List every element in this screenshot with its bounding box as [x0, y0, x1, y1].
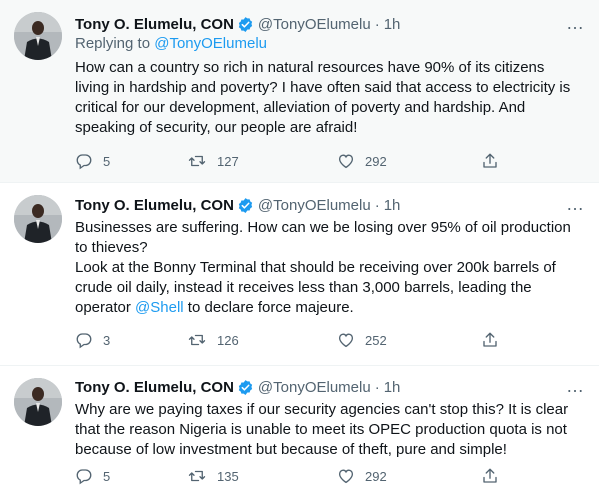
tweet-header: Tony O. Elumelu, CON @TonyOElumelu · 1h …: [75, 14, 585, 34]
author-handle[interactable]: @TonyOElumelu: [258, 16, 371, 33]
heart-icon: [338, 469, 354, 484]
share-icon: [483, 332, 497, 347]
share-button[interactable]: [481, 152, 499, 170]
tweet-1[interactable]: Tony O. Elumelu, CON @TonyOElumelu · 1h …: [0, 0, 599, 183]
reply-icon: [76, 469, 92, 485]
reply-icon: [76, 154, 92, 170]
replying-to-label: Replying to: [75, 35, 151, 52]
tweet-text-line: Look at the Bonny Terminal that should b…: [75, 259, 556, 276]
separator: ·: [374, 15, 380, 33]
share-button[interactable]: [481, 467, 499, 485]
replying-to: Replying to @TonyOElumelu: [75, 35, 585, 55]
retweet-count: 126: [217, 332, 239, 348]
author-handle[interactable]: @TonyOElumelu: [258, 379, 371, 396]
separator: ·: [374, 196, 380, 214]
reply-icon: [76, 333, 92, 349]
reply-button[interactable]: 5: [75, 467, 110, 485]
share-icon: [483, 468, 497, 483]
verified-badge-icon: [237, 379, 254, 396]
share-button[interactable]: [481, 331, 499, 349]
reply-count: 5: [103, 468, 111, 484]
retweet-button[interactable]: 127: [187, 152, 239, 170]
retweet-icon: [188, 334, 206, 346]
retweet-count: 135: [217, 468, 239, 484]
tweet-text-line: that the reason Nigeria is unable to mee…: [75, 421, 567, 438]
separator: ·: [374, 378, 380, 396]
retweet-button[interactable]: 135: [187, 467, 239, 485]
tweet-text-line: Why are we paying taxes if our security …: [75, 401, 569, 418]
heart-icon: [338, 154, 354, 169]
tweet-text-line: living in hardship and poverty? I have o…: [75, 79, 571, 96]
reply-button[interactable]: 5: [75, 152, 110, 170]
text-fragment: operator: [75, 299, 136, 316]
tweet-text-line: operator @Shell to declare force majeure…: [75, 298, 585, 318]
reply-count: 3: [103, 332, 111, 348]
tweet-text-line: because of low investment but because of…: [75, 441, 507, 458]
tweet-actions: 5 135 292: [75, 466, 497, 486]
retweet-button[interactable]: 126: [187, 331, 239, 349]
tweet-text-line: Businesses are suffering. How can we be …: [75, 219, 571, 236]
like-button[interactable]: 292: [337, 152, 387, 170]
author-name[interactable]: Tony O. Elumelu, CON: [75, 16, 234, 33]
reply-button[interactable]: 3: [75, 331, 110, 349]
tweet-text: Businesses are suffering. How can we be …: [75, 218, 585, 318]
retweet-count: 127: [217, 153, 239, 169]
tweet-actions: 3 126 252: [75, 330, 497, 350]
retweet-icon: [188, 470, 206, 482]
verified-badge-icon: [237, 16, 254, 33]
share-icon: [483, 153, 497, 168]
tweet-header: Tony O. Elumelu, CON @TonyOElumelu · 1h …: [75, 195, 585, 215]
tweet-2[interactable]: Tony O. Elumelu, CON @TonyOElumelu · 1h …: [0, 183, 599, 366]
replying-to-handle[interactable]: @TonyOElumelu: [154, 35, 267, 52]
tweet-text-line: How can a country so rich in natural res…: [75, 59, 545, 76]
timestamp[interactable]: 1h: [384, 197, 401, 214]
more-icon[interactable]: …: [566, 14, 585, 32]
like-button[interactable]: 252: [337, 331, 387, 349]
like-count: 252: [365, 332, 387, 348]
tweet-header: Tony O. Elumelu, CON @TonyOElumelu · 1h …: [75, 377, 585, 397]
avatar[interactable]: [14, 378, 62, 426]
timestamp[interactable]: 1h: [384, 379, 401, 396]
avatar[interactable]: [14, 195, 62, 243]
like-button[interactable]: 292: [337, 467, 387, 485]
tweet-3[interactable]: Tony O. Elumelu, CON @TonyOElumelu · 1h …: [0, 366, 599, 502]
like-count: 292: [365, 153, 387, 169]
more-icon[interactable]: …: [566, 195, 585, 213]
more-icon[interactable]: …: [566, 377, 585, 395]
shell-mention-link[interactable]: @Shell: [135, 299, 184, 316]
heart-icon: [338, 333, 354, 348]
timestamp[interactable]: 1h: [384, 16, 401, 33]
author-handle[interactable]: @TonyOElumelu: [258, 197, 371, 214]
author-name[interactable]: Tony O. Elumelu, CON: [75, 197, 234, 214]
author-name[interactable]: Tony O. Elumelu, CON: [75, 379, 234, 396]
text-fragment: to declare force majeure.: [183, 299, 354, 316]
tweet-text-line: critical for our development, alleviatio…: [75, 99, 526, 116]
tweet-text-line: crude oil daily, instead it receives les…: [75, 279, 532, 296]
retweet-icon: [188, 155, 206, 167]
tweet-text-line: to thieves?: [75, 239, 148, 256]
avatar[interactable]: [14, 12, 62, 60]
like-count: 292: [365, 468, 387, 484]
tweet-text: Why are we paying taxes if our security …: [75, 400, 585, 460]
tweet-actions: 5 127 292: [75, 151, 497, 171]
tweet-text-line: speaking of security, our people are afr…: [75, 119, 358, 136]
tweet-text: How can a country so rich in natural res…: [75, 58, 585, 138]
reply-count: 5: [103, 153, 111, 169]
verified-badge-icon: [237, 197, 254, 214]
